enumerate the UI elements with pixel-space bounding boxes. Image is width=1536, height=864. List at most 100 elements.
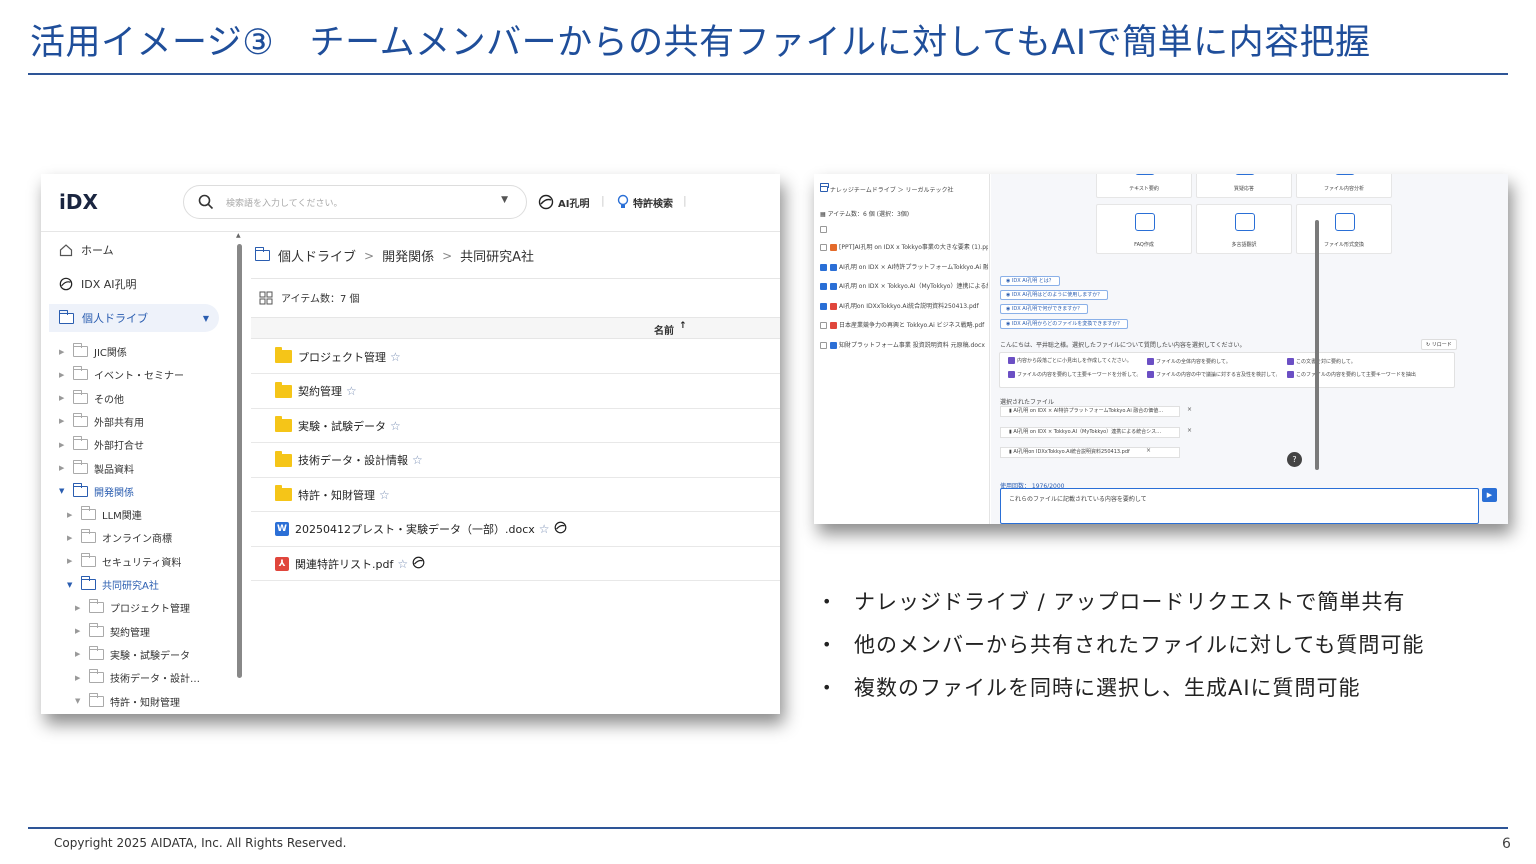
sidebar-scrollbar[interactable]: [237, 244, 242, 678]
tree-item[interactable]: ▶ プロジェクト管理: [75, 599, 190, 615]
caret-right-icon[interactable]: ▶: [75, 627, 83, 635]
caret-right-icon[interactable]: ▶: [59, 464, 67, 472]
tool-card[interactable]: ファイル内容分析: [1296, 174, 1392, 198]
caret-right-icon[interactable]: ▶: [67, 534, 75, 542]
caret-right-icon[interactable]: ▶: [67, 511, 75, 519]
file-row[interactable]: プロジェクト管理 ☆: [251, 340, 780, 374]
suggestion-item[interactable]: この文書を対に要約して。: [1287, 358, 1417, 365]
suggestion-item[interactable]: このファイルの内容を要約して主要キーワードを抽出して。: [1287, 371, 1417, 378]
tree-item[interactable]: ▼ 特許・知財管理: [75, 692, 180, 709]
tool-card[interactable]: ファイル形式変換: [1296, 204, 1392, 254]
tree-item[interactable]: ▶ 外部打合せ: [59, 436, 144, 452]
star-icon[interactable]: ☆: [379, 488, 390, 502]
file-name[interactable]: 契約管理: [298, 383, 342, 399]
file-name[interactable]: 20250412プレスト・実験データ（一部）.docx: [295, 521, 535, 537]
select-all-checkbox[interactable]: [820, 226, 830, 233]
tree-item[interactable]: ▼ 開発関係: [59, 482, 134, 499]
caret-down-icon[interactable]: ▼: [59, 487, 67, 495]
checkbox[interactable]: [820, 244, 827, 251]
star-icon[interactable]: ☆: [390, 419, 401, 433]
column-header-name[interactable]: 名前 ↑: [251, 317, 780, 339]
tree-item[interactable]: ▶ 外部共有用: [59, 412, 144, 429]
checkbox[interactable]: [820, 302, 827, 310]
suggested-question-chip[interactable]: ◉ IDX AI孔明 とは？: [1000, 276, 1060, 286]
file-row[interactable]: W 20250412プレスト・実験データ（一部）.docx ☆: [251, 513, 780, 547]
star-icon[interactable]: ☆: [412, 453, 423, 467]
file-row[interactable]: 契約管理 ☆: [251, 375, 780, 409]
caret-right-icon[interactable]: ▶: [59, 441, 67, 449]
tree-item[interactable]: ▶ LLM関連: [67, 506, 142, 522]
star-icon[interactable]: ☆: [539, 522, 550, 536]
sidebar-item-personal-drive[interactable]: 個人ドライブ ▼: [49, 304, 219, 332]
suggestion-item[interactable]: 内容から段落ごとに小見出しを作成してください。: [1008, 357, 1138, 364]
caret-right-icon[interactable]: ▶: [59, 348, 67, 356]
send-button[interactable]: ▶: [1482, 488, 1497, 502]
idx-logo[interactable]: iDX: [59, 190, 98, 214]
tree-item[interactable]: ▶ イベント・セミナー: [59, 366, 184, 382]
suggestion-item[interactable]: ファイルの内容の中で議論に対する言及性を検討して。: [1147, 371, 1277, 378]
file-row[interactable]: ⅄ 関連特許リスト.pdf ☆: [251, 547, 780, 581]
tree-item[interactable]: ▼ 共同研究A社: [67, 576, 159, 592]
caret-right-icon[interactable]: ▶: [59, 371, 67, 379]
remove-file-icon[interactable]: ×: [1146, 447, 1151, 454]
tree-item[interactable]: ▶ 契約管理: [75, 622, 150, 639]
remove-file-icon[interactable]: ×: [1187, 406, 1192, 413]
file-row[interactable]: 技術データ・設計情報 ☆: [251, 444, 780, 478]
checkbox[interactable]: [820, 283, 827, 290]
tree-item[interactable]: ▶ その他: [59, 389, 124, 406]
breadcrumb-item[interactable]: 共同研究A社: [460, 246, 534, 265]
tree-item[interactable]: ▶ 製品資料: [59, 459, 134, 476]
caret-right-icon[interactable]: ▶: [75, 650, 83, 658]
checkbox[interactable]: [820, 226, 827, 233]
file-row[interactable]: 特許・知財管理 ☆: [251, 478, 780, 512]
file-name[interactable]: 実験・試験データ: [298, 418, 386, 434]
caret-right-icon[interactable]: ▶: [59, 417, 67, 425]
breadcrumb-item[interactable]: 個人ドライブ: [278, 246, 356, 265]
panel-file-row[interactable]: AI孔明 on IDX × AI特許プラットフォームTokkyo.Ai 融合の価…: [820, 262, 988, 271]
star-icon[interactable]: ☆: [397, 557, 408, 571]
panel-file-row[interactable]: AI孔明on IDXxTokkyo.Ai統合説明資料250413.pdf: [820, 301, 988, 310]
help-icon[interactable]: ?: [1287, 452, 1302, 467]
tree-item[interactable]: ▶ JIC関係: [59, 343, 127, 359]
suggested-question-chip[interactable]: ◉ IDX AI孔明からどのファイルを変換できますか？: [1000, 318, 1129, 329]
tool-card[interactable]: テキスト要約: [1096, 174, 1192, 198]
caret-down-icon[interactable]: ▼: [75, 697, 83, 705]
search-input[interactable]: 検索語を入力してください。 ▼: [183, 185, 527, 219]
panel-file-row[interactable]: 日本産業競争力の再興と Tokkyo.Ai ビジネス戦略.pdf: [820, 320, 988, 329]
file-name[interactable]: 特許・知財管理: [298, 487, 375, 503]
caret-right-icon[interactable]: ▶: [75, 604, 83, 612]
scroll-up-arrow[interactable]: ▲: [236, 232, 241, 239]
checkbox[interactable]: [820, 263, 827, 271]
tree-item[interactable]: ▶ オンライン商標: [67, 529, 172, 545]
tool-card[interactable]: 質疑応答: [1196, 174, 1292, 198]
chat-scrollbar[interactable]: [1315, 220, 1319, 470]
chevron-down-icon[interactable]: ▼: [203, 314, 209, 323]
ai-komei-button[interactable]: AI孔明: [538, 194, 589, 210]
suggested-question-chip[interactable]: ◉ IDX AI孔明で何ができますか？: [1000, 304, 1089, 315]
checkbox[interactable]: [820, 322, 827, 329]
tool-card[interactable]: FAQ作成: [1096, 204, 1192, 254]
suggested-question-chip[interactable]: ◉ IDX AI孔明はどのように使用しますか？: [1000, 290, 1109, 301]
file-name[interactable]: 関連特許リスト.pdf: [295, 556, 393, 572]
panel-file-row[interactable]: [PPT]AI孔明 on IDX x Tokkyo事業の大きな要素 (1).pp…: [820, 242, 988, 251]
tree-item[interactable]: ▶ 実験・試験データ: [75, 645, 190, 662]
suggestion-item[interactable]: ファイルの内容を要約して主要キーワードを分析して。: [1008, 371, 1138, 378]
remove-file-icon[interactable]: ×: [1187, 427, 1192, 434]
star-icon[interactable]: ☆: [346, 384, 357, 398]
file-row[interactable]: 実験・試験データ ☆: [251, 409, 780, 443]
caret-right-icon[interactable]: ▶: [59, 394, 67, 402]
file-name[interactable]: 技術データ・設計情報: [298, 452, 408, 468]
sidebar-item-home[interactable]: ホーム: [59, 242, 114, 258]
caret-right-icon[interactable]: ▶: [75, 674, 83, 682]
caret-right-icon[interactable]: ▶: [67, 557, 75, 565]
chat-input[interactable]: これらのファイルに記載されている内容を要約して: [1000, 488, 1479, 524]
panel-file-row[interactable]: AI孔明 on IDX × Tokkyo.AI（MyTokkyo）連携による統合…: [820, 281, 988, 290]
breadcrumb-item[interactable]: 開発関係: [382, 246, 434, 265]
sidebar-item-ai[interactable]: IDX AI孔明: [59, 276, 137, 292]
tree-item[interactable]: ▶ セキュリティ資料: [67, 552, 181, 569]
checkbox[interactable]: [820, 341, 827, 349]
panel-file-row[interactable]: 知財プラットフォーム事業 投資説明資料 元原稿.docx: [820, 340, 988, 349]
tool-card[interactable]: 多言語翻訳: [1196, 204, 1292, 254]
suggestion-item[interactable]: ファイルの全体内容を要約して。: [1147, 358, 1277, 365]
tree-item[interactable]: ▶ 技術データ・設計…: [75, 669, 200, 685]
